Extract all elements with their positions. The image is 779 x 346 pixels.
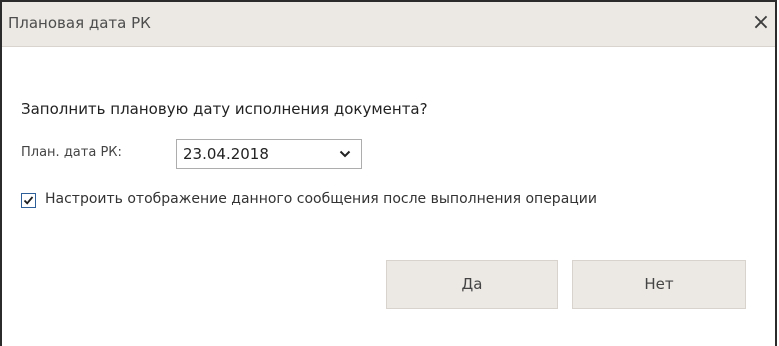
configure-message-checkbox[interactable] bbox=[21, 193, 36, 208]
plan-date-value: 23.04.2018 bbox=[183, 145, 269, 163]
checkmark-icon bbox=[23, 196, 34, 205]
dialog-title: Плановая дата РК bbox=[8, 14, 151, 32]
dialog-window: Плановая дата РК × Заполнить плановую да… bbox=[0, 0, 777, 346]
dialog-titlebar: Плановая дата РК × bbox=[2, 2, 775, 47]
close-icon[interactable]: × bbox=[749, 10, 773, 36]
yes-button[interactable]: Да bbox=[386, 260, 558, 309]
question-text: Заполнить плановую дату исполнения докум… bbox=[21, 100, 428, 118]
chevron-down-icon bbox=[339, 150, 351, 158]
date-field-label: План. дата РК: bbox=[21, 145, 122, 160]
configure-message-label[interactable]: Настроить отображение данного сообщения … bbox=[45, 191, 597, 207]
plan-date-select[interactable]: 23.04.2018 bbox=[176, 139, 362, 169]
no-button[interactable]: Нет bbox=[572, 260, 746, 309]
